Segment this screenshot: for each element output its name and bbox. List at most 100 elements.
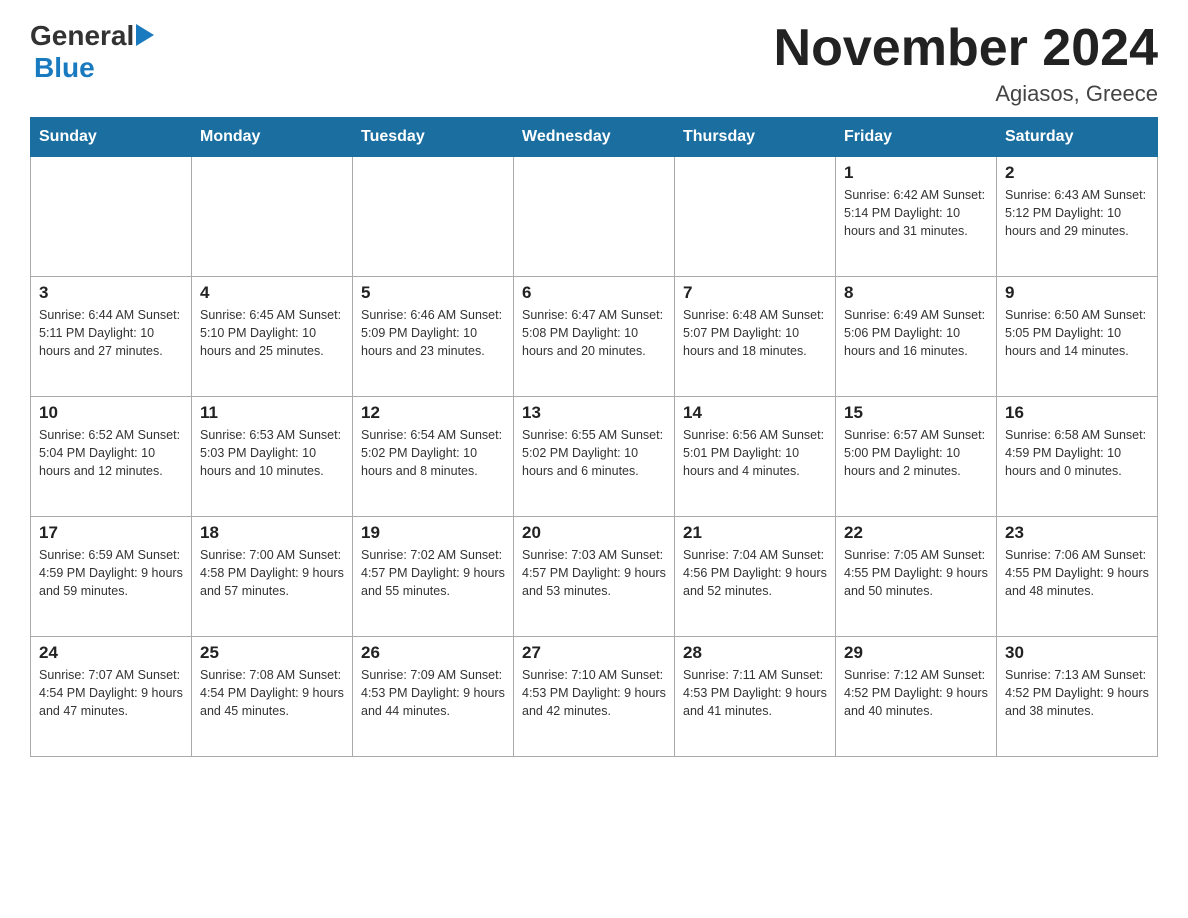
day-number: 19: [361, 523, 505, 543]
calendar-cell: 24 Sunrise: 7:07 AM Sunset: 4:54 PM Dayli…: [31, 637, 192, 757]
day-number: 10: [39, 403, 183, 423]
calendar-cell: [353, 157, 514, 277]
day-number: 28: [683, 643, 827, 663]
day-info: Sunrise: 7:03 AM Sunset: 4:57 PM Dayligh…: [522, 546, 666, 600]
calendar-cell: 6Sunrise: 6:47 AM Sunset: 5:08 PM Daylig…: [514, 277, 675, 397]
day-header-tuesday: Tuesday: [353, 118, 514, 157]
calendar-cell: [675, 157, 836, 277]
calendar-cell: 11 Sunrise: 6:53 AM Sunset: 5:03 PM Dayli…: [192, 397, 353, 517]
day-info: Sunrise: 6:52 AM Sunset: 5:04 PM Dayligh…: [39, 426, 183, 480]
day-info: Sunrise: 6:45 AM Sunset: 5:10 PM Dayligh…: [200, 306, 344, 360]
calendar-cell: 26Sunrise: 7:09 AM Sunset: 4:53 PM Dayli…: [353, 637, 514, 757]
day-number: 21: [683, 523, 827, 543]
calendar-cell: 9 Sunrise: 6:50 AM Sunset: 5:05 PM Daylig…: [997, 277, 1158, 397]
calendar-cell: 20 Sunrise: 7:03 AM Sunset: 4:57 PM Dayli…: [514, 517, 675, 637]
logo-arrow-icon: [136, 24, 154, 46]
day-info: Sunrise: 7:12 AM Sunset: 4:52 PM Dayligh…: [844, 666, 988, 720]
day-info: Sunrise: 6:53 AM Sunset: 5:03 PM Dayligh…: [200, 426, 344, 480]
day-number: 4: [200, 283, 344, 303]
calendar-cell: 15 Sunrise: 6:57 AM Sunset: 5:00 PM Dayli…: [836, 397, 997, 517]
day-info: Sunrise: 7:10 AM Sunset: 4:53 PM Dayligh…: [522, 666, 666, 720]
calendar-cell: 30Sunrise: 7:13 AM Sunset: 4:52 PM Dayli…: [997, 637, 1158, 757]
week-row-3: 10 Sunrise: 6:52 AM Sunset: 5:04 PM Dayli…: [31, 397, 1158, 517]
day-number: 11: [200, 403, 344, 423]
calendar-cell: 7 Sunrise: 6:48 AM Sunset: 5:07 PM Daylig…: [675, 277, 836, 397]
calendar-cell: 27 Sunrise: 7:10 AM Sunset: 4:53 PM Dayli…: [514, 637, 675, 757]
calendar-cell: [514, 157, 675, 277]
day-header-wednesday: Wednesday: [514, 118, 675, 157]
calendar-cell: 2 Sunrise: 6:43 AM Sunset: 5:12 PM Daylig…: [997, 157, 1158, 277]
day-info: Sunrise: 7:04 AM Sunset: 4:56 PM Dayligh…: [683, 546, 827, 600]
calendar-cell: 13Sunrise: 6:55 AM Sunset: 5:02 PM Dayli…: [514, 397, 675, 517]
day-number: 23: [1005, 523, 1149, 543]
day-info: Sunrise: 6:56 AM Sunset: 5:01 PM Dayligh…: [683, 426, 827, 480]
calendar-cell: [31, 157, 192, 277]
location: Agiasos, Greece: [774, 81, 1158, 107]
day-info: Sunrise: 6:59 AM Sunset: 4:59 PM Dayligh…: [39, 546, 183, 600]
day-number: 25: [200, 643, 344, 663]
day-number: 7: [683, 283, 827, 303]
day-info: Sunrise: 6:58 AM Sunset: 4:59 PM Dayligh…: [1005, 426, 1149, 480]
day-header-sunday: Sunday: [31, 118, 192, 157]
day-number: 6: [522, 283, 666, 303]
calendar-cell: 5Sunrise: 6:46 AM Sunset: 5:09 PM Daylig…: [353, 277, 514, 397]
day-info: Sunrise: 6:48 AM Sunset: 5:07 PM Dayligh…: [683, 306, 827, 360]
day-number: 9: [1005, 283, 1149, 303]
day-info: Sunrise: 6:44 AM Sunset: 5:11 PM Dayligh…: [39, 306, 183, 360]
day-info: Sunrise: 6:42 AM Sunset: 5:14 PM Dayligh…: [844, 186, 988, 240]
week-row-5: 24 Sunrise: 7:07 AM Sunset: 4:54 PM Dayli…: [31, 637, 1158, 757]
calendar-cell: 8 Sunrise: 6:49 AM Sunset: 5:06 PM Daylig…: [836, 277, 997, 397]
day-number: 18: [200, 523, 344, 543]
day-number: 12: [361, 403, 505, 423]
day-info: Sunrise: 6:43 AM Sunset: 5:12 PM Dayligh…: [1005, 186, 1149, 240]
day-number: 20: [522, 523, 666, 543]
calendar-cell: 14 Sunrise: 6:56 AM Sunset: 5:01 PM Dayli…: [675, 397, 836, 517]
page-header: General Blue November 2024 Agiasos, Gree…: [30, 20, 1158, 107]
calendar-cell: 18Sunrise: 7:00 AM Sunset: 4:58 PM Dayli…: [192, 517, 353, 637]
day-info: Sunrise: 7:07 AM Sunset: 4:54 PM Dayligh…: [39, 666, 183, 720]
day-number: 22: [844, 523, 988, 543]
day-header-thursday: Thursday: [675, 118, 836, 157]
day-info: Sunrise: 7:11 AM Sunset: 4:53 PM Dayligh…: [683, 666, 827, 720]
day-info: Sunrise: 7:13 AM Sunset: 4:52 PM Dayligh…: [1005, 666, 1149, 720]
month-title: November 2024: [774, 20, 1158, 77]
day-info: Sunrise: 6:54 AM Sunset: 5:02 PM Dayligh…: [361, 426, 505, 480]
calendar-cell: 22 Sunrise: 7:05 AM Sunset: 4:55 PM Dayli…: [836, 517, 997, 637]
calendar-cell: [192, 157, 353, 277]
day-number: 5: [361, 283, 505, 303]
calendar-cell: 16 Sunrise: 6:58 AM Sunset: 4:59 PM Dayli…: [997, 397, 1158, 517]
calendar-cell: 4 Sunrise: 6:45 AM Sunset: 5:10 PM Daylig…: [192, 277, 353, 397]
day-number: 17: [39, 523, 183, 543]
calendar-cell: 1 Sunrise: 6:42 AM Sunset: 5:14 PM Daylig…: [836, 157, 997, 277]
day-number: 24: [39, 643, 183, 663]
day-number: 1: [844, 163, 988, 183]
day-number: 14: [683, 403, 827, 423]
day-number: 13: [522, 403, 666, 423]
day-info: Sunrise: 7:05 AM Sunset: 4:55 PM Dayligh…: [844, 546, 988, 600]
day-number: 27: [522, 643, 666, 663]
day-info: Sunrise: 6:50 AM Sunset: 5:05 PM Dayligh…: [1005, 306, 1149, 360]
calendar-cell: 29 Sunrise: 7:12 AM Sunset: 4:52 PM Dayli…: [836, 637, 997, 757]
calendar-cell: 19Sunrise: 7:02 AM Sunset: 4:57 PM Dayli…: [353, 517, 514, 637]
calendar-cell: 21 Sunrise: 7:04 AM Sunset: 4:56 PM Dayli…: [675, 517, 836, 637]
days-header-row: SundayMondayTuesdayWednesdayThursdayFrid…: [31, 118, 1158, 157]
calendar-cell: 28 Sunrise: 7:11 AM Sunset: 4:53 PM Dayli…: [675, 637, 836, 757]
week-row-1: 1 Sunrise: 6:42 AM Sunset: 5:14 PM Daylig…: [31, 157, 1158, 277]
day-number: 16: [1005, 403, 1149, 423]
calendar-cell: 25 Sunrise: 7:08 AM Sunset: 4:54 PM Dayli…: [192, 637, 353, 757]
day-info: Sunrise: 6:49 AM Sunset: 5:06 PM Dayligh…: [844, 306, 988, 360]
day-header-saturday: Saturday: [997, 118, 1158, 157]
day-number: 2: [1005, 163, 1149, 183]
day-info: Sunrise: 7:06 AM Sunset: 4:55 PM Dayligh…: [1005, 546, 1149, 600]
day-info: Sunrise: 6:57 AM Sunset: 5:00 PM Dayligh…: [844, 426, 988, 480]
day-number: 15: [844, 403, 988, 423]
calendar-cell: 3Sunrise: 6:44 AM Sunset: 5:11 PM Daylig…: [31, 277, 192, 397]
calendar-table: SundayMondayTuesdayWednesdayThursdayFrid…: [30, 117, 1158, 757]
calendar-cell: 17 Sunrise: 6:59 AM Sunset: 4:59 PM Dayli…: [31, 517, 192, 637]
day-info: Sunrise: 7:08 AM Sunset: 4:54 PM Dayligh…: [200, 666, 344, 720]
day-number: 29: [844, 643, 988, 663]
logo-general-text: General: [30, 20, 134, 52]
logo: General Blue: [30, 20, 154, 84]
day-info: Sunrise: 7:09 AM Sunset: 4:53 PM Dayligh…: [361, 666, 505, 720]
day-number: 8: [844, 283, 988, 303]
